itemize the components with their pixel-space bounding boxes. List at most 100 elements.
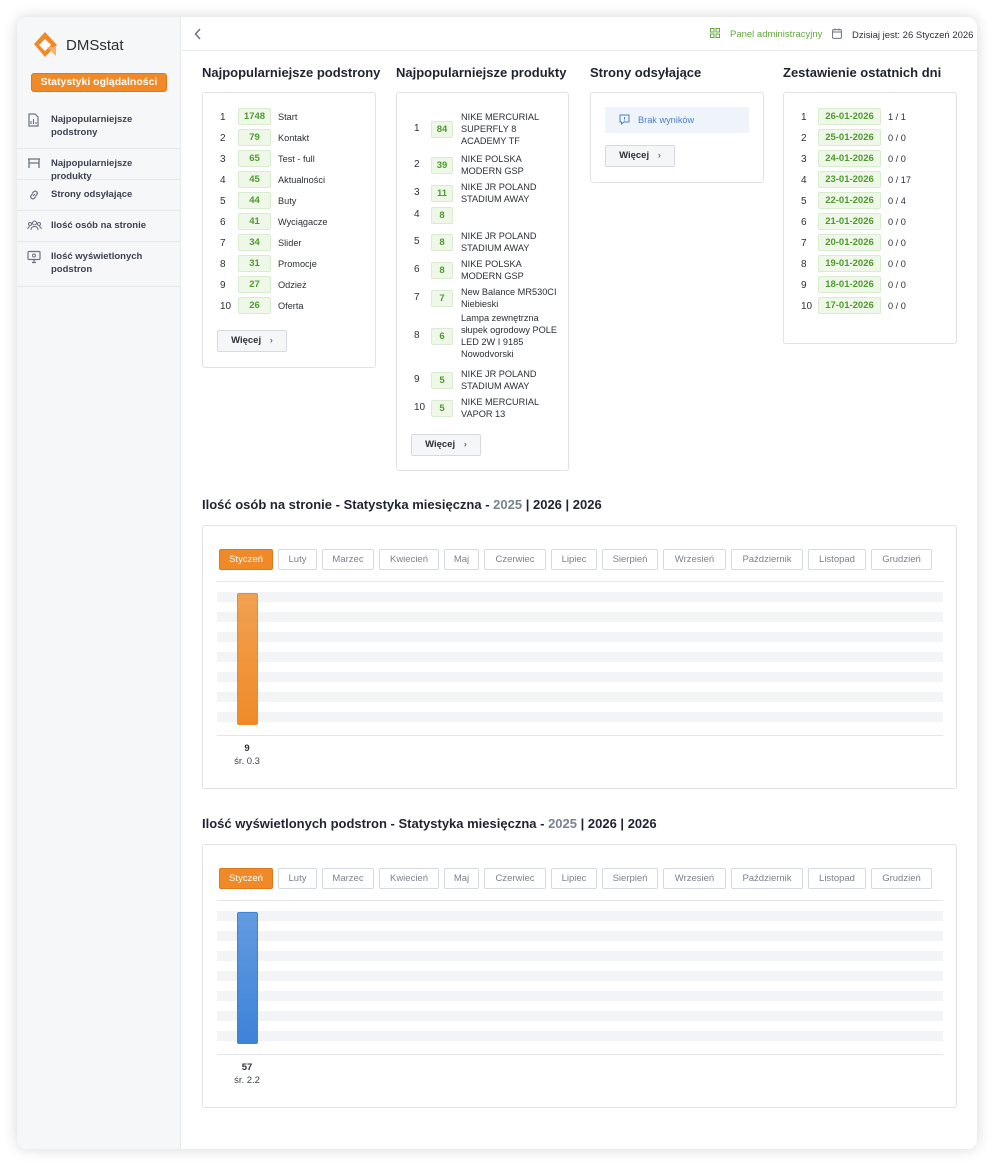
count-badge: 5 xyxy=(431,400,453,417)
subpage-link[interactable]: Buty xyxy=(278,195,296,207)
month-tab[interactable]: Grudzień xyxy=(871,868,932,889)
row-rank: 3 xyxy=(220,154,226,165)
subpage-link[interactable]: Start xyxy=(278,111,297,123)
month-tab[interactable]: Październik xyxy=(731,868,803,889)
product-link[interactable]: NIKE POLSKA MODERN GSP xyxy=(461,258,557,282)
month-tab[interactable]: Wrzesień xyxy=(663,868,726,889)
sidebar-item-products[interactable]: Najpopularniejsze produkty xyxy=(17,149,181,182)
row-rank: 6 xyxy=(801,217,807,228)
row-rank: 7 xyxy=(220,238,226,249)
product-link[interactable]: NIKE MERCURIAL VAPOR 13 xyxy=(461,396,557,420)
grid-stripe xyxy=(217,692,943,702)
year-link[interactable]: 2026 xyxy=(588,816,617,831)
month-tab[interactable]: Czerwiec xyxy=(484,868,546,889)
month-tab[interactable]: Marzec xyxy=(322,549,374,570)
date-badge: 26-01-2026 xyxy=(818,108,881,125)
row-rank: 4 xyxy=(414,209,420,220)
sidebar-item-referrers[interactable]: Strony odsyłające xyxy=(17,180,181,211)
year-separator: | xyxy=(580,816,585,831)
row-rank: 8 xyxy=(220,259,226,270)
row-rank: 1 xyxy=(801,112,807,123)
month-tab[interactable]: Maj xyxy=(444,868,479,889)
subpage-link[interactable]: Kontakt xyxy=(278,132,309,144)
row-rank: 6 xyxy=(414,264,420,275)
month-tab[interactable]: Marzec xyxy=(322,868,374,889)
row-rank: 3 xyxy=(414,187,420,198)
month-tab[interactable]: Wrzesień xyxy=(663,549,726,570)
product-link[interactable]: NIKE JR POLAND STADIUM AWAY xyxy=(461,230,557,254)
month-tab[interactable]: Styczeń xyxy=(219,549,273,570)
product-link[interactable]: NIKE MERCURIAL SUPERFLY 8 ACADEMY TF xyxy=(461,111,557,147)
stats-button[interactable]: Statystyki oglądalności xyxy=(31,73,167,92)
products-more-button[interactable]: Więcej › xyxy=(411,434,481,456)
month-tab[interactable]: Grudzień xyxy=(871,549,932,570)
year-link[interactable]: 2026 xyxy=(573,497,602,512)
subpage-link[interactable]: Promocje xyxy=(278,258,317,270)
products-card: 1 84 NIKE MERCURIAL SUPERFLY 8 ACADEMY TF 2… xyxy=(396,92,569,471)
count-badge: 79 xyxy=(238,129,271,146)
chart-bar xyxy=(237,912,258,1044)
month-tab[interactable]: Luty xyxy=(278,868,317,889)
sidebar-item-label: Najpopularniejsze podstrony xyxy=(51,114,133,138)
admin-panel-link[interactable]: Panel administracyjny xyxy=(710,28,822,41)
grid-stripe xyxy=(217,652,943,662)
back-chevron-icon[interactable] xyxy=(194,27,202,43)
subpage-link[interactable]: Odzież xyxy=(278,279,307,291)
month-tab[interactable]: Czerwiec xyxy=(484,549,546,570)
row-rank: 5 xyxy=(414,236,420,247)
product-link[interactable]: NIKE JR POLAND STADIUM AWAY xyxy=(461,368,557,392)
count-badge: 41 xyxy=(238,213,271,230)
year-link[interactable]: 2025 xyxy=(548,816,577,831)
shelf-icon xyxy=(27,157,41,171)
subpage-link[interactable]: Oferta xyxy=(278,300,304,312)
subpages-more-button[interactable]: Więcej › xyxy=(217,330,287,352)
more-label: Więcej xyxy=(425,439,456,450)
month-tab[interactable]: Styczeń xyxy=(219,868,273,889)
pageviews-bar-average: śr. 2.2 xyxy=(234,1075,260,1086)
sidebar-item-visitors[interactable]: Ilość osób na stronie xyxy=(17,211,181,242)
row-rank: 8 xyxy=(801,259,807,270)
day-value: 0 / 0 xyxy=(888,280,906,290)
year-link[interactable]: 2026 xyxy=(628,816,657,831)
subpage-link[interactable]: Wyciągacze xyxy=(278,216,327,228)
sidebar-item-pageviews[interactable]: Ilość wyświetlonych podstron xyxy=(17,242,181,287)
link-icon xyxy=(27,188,41,202)
month-tab[interactable]: Listopad xyxy=(808,549,866,570)
subpage-link[interactable]: Aktualności xyxy=(278,174,325,186)
logo[interactable]: DMSstat xyxy=(31,31,124,59)
grid-stripe xyxy=(217,672,943,682)
visitors-chart-card: Styczeń Luty Marzec Kwiecień Maj Czerwiec Lipi… xyxy=(202,525,957,789)
month-tab[interactable]: Listopad xyxy=(808,868,866,889)
grid-stripe xyxy=(217,931,943,941)
month-tab[interactable]: Maj xyxy=(444,549,479,570)
product-link[interactable]: NIKE POLSKA MODERN GSP xyxy=(461,153,557,177)
referrers-more-button[interactable]: Więcej › xyxy=(605,145,675,167)
date-badge: 24-01-2026 xyxy=(818,150,881,167)
month-tab[interactable]: Sierpień xyxy=(602,549,658,570)
year-separator: | xyxy=(565,497,570,512)
sidebar-item-subpages[interactable]: Najpopularniejsze podstrony xyxy=(17,105,181,149)
month-tab[interactable]: Lipiec xyxy=(551,868,597,889)
row-rank: 4 xyxy=(220,175,226,186)
subpage-link[interactable]: Test - full xyxy=(278,153,315,165)
month-tab[interactable]: Kwiecień xyxy=(379,868,439,889)
row-rank: 5 xyxy=(801,196,807,207)
year-link[interactable]: 2026 xyxy=(533,497,562,512)
pageviews-title-prefix: Ilość wyświetlonych podstron - Statystyk… xyxy=(202,816,545,831)
count-badge: 45 xyxy=(238,171,271,188)
count-badge: 8 xyxy=(431,262,453,279)
year-link[interactable]: 2025 xyxy=(493,497,522,512)
month-tab[interactable]: Sierpień xyxy=(602,868,658,889)
month-tab[interactable]: Lipiec xyxy=(551,549,597,570)
row-rank: 1 xyxy=(220,112,226,123)
count-badge: 8 xyxy=(431,234,453,251)
month-tab[interactable]: Luty xyxy=(278,549,317,570)
product-link[interactable]: NIKE JR POLAND STADIUM AWAY xyxy=(461,181,557,205)
month-tab[interactable]: Kwiecień xyxy=(379,549,439,570)
month-tab[interactable]: Październik xyxy=(731,549,803,570)
product-link[interactable]: Lampa zewnętrzna słupek ogrodowy POLE LE… xyxy=(461,312,557,360)
subpage-link[interactable]: Slider xyxy=(278,237,302,249)
product-link[interactable]: New Balance MR530CI Niebieski xyxy=(461,286,557,310)
date-badge: 20-01-2026 xyxy=(818,234,881,251)
app-name: DMSstat xyxy=(66,36,124,54)
